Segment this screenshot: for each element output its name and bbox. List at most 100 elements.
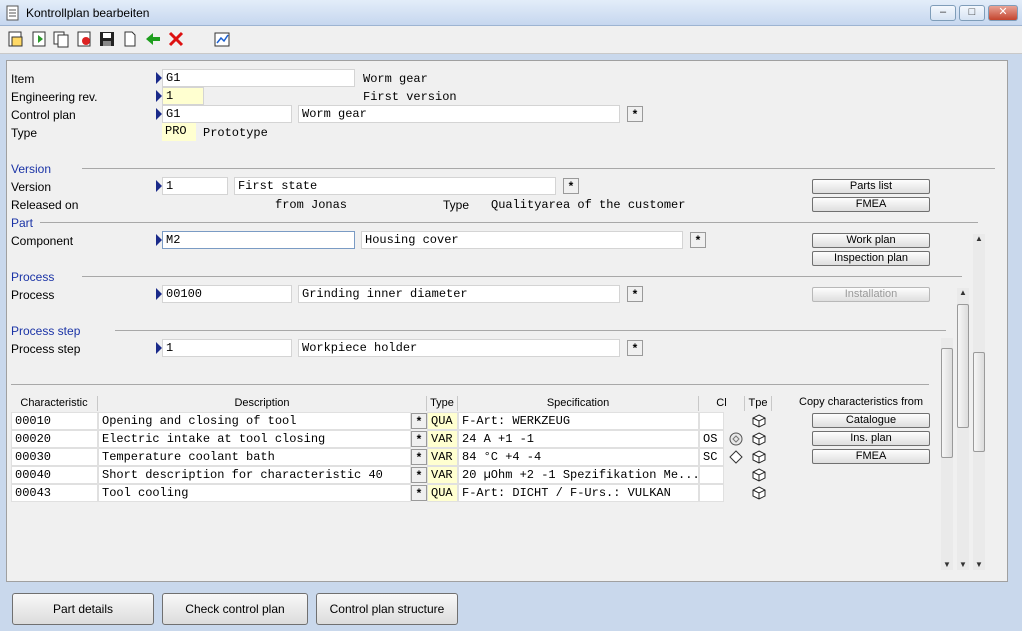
scrollbar-thumb[interactable] — [973, 352, 985, 452]
class-cell[interactable] — [699, 466, 724, 484]
characteristic-cell[interactable]: 00010 — [11, 412, 98, 430]
header-characteristic[interactable]: Characteristic — [11, 396, 98, 411]
copy-characteristics-label: Copy characteristics from — [799, 396, 924, 408]
copy-fmea-button[interactable]: FMEA — [812, 449, 930, 464]
version-input[interactable]: 1 — [162, 177, 228, 195]
scrollbar-thumb[interactable] — [941, 348, 953, 458]
description-cell[interactable]: Opening and closing of tool — [98, 412, 411, 430]
characteristic-cell[interactable]: 00020 — [11, 430, 98, 448]
specification-cell[interactable]: F-Art: WERKZEUG — [458, 412, 699, 430]
specification-cell[interactable]: 84 °C +4 -4 — [458, 448, 699, 466]
cube-icon[interactable] — [752, 468, 766, 485]
copy-icon[interactable] — [51, 29, 71, 49]
class-cell[interactable]: OS — [699, 430, 724, 448]
cancel-icon[interactable] — [166, 29, 186, 49]
maximize-button[interactable]: □ — [959, 5, 985, 21]
version-description-input[interactable]: First state — [234, 177, 556, 195]
process-step-lookup-button[interactable]: * — [627, 340, 643, 356]
version-type-label: Type — [443, 198, 470, 212]
scrollbar-outer[interactable]: ▲ ▼ — [973, 234, 985, 570]
header-specification[interactable]: Specification — [458, 396, 699, 411]
description-lookup-button[interactable]: * — [411, 413, 427, 429]
characteristic-cell[interactable]: 00030 — [11, 448, 98, 466]
process-input[interactable]: 00100 — [162, 285, 292, 303]
description-cell[interactable]: Short description for characteristic 40 — [98, 466, 411, 484]
specification-cell[interactable]: F-Art: DICHT / F-Urs.: VULKAN — [458, 484, 699, 502]
description-cell[interactable]: Electric intake at tool closing — [98, 430, 411, 448]
cube-icon[interactable] — [752, 450, 766, 467]
scroll-down-icon[interactable]: ▼ — [957, 560, 969, 569]
document-icon[interactable] — [6, 29, 26, 49]
control-plan-lookup-button[interactable]: * — [627, 106, 643, 122]
engineering-rev-input[interactable]: 1 — [162, 87, 204, 105]
description-lookup-button[interactable]: * — [411, 467, 427, 483]
new-icon[interactable] — [29, 29, 49, 49]
close-button[interactable]: ✕ — [988, 5, 1018, 21]
control-plan-input[interactable]: G1 — [162, 105, 292, 123]
cube-icon[interactable] — [752, 414, 766, 431]
characteristic-cell[interactable]: 00040 — [11, 466, 98, 484]
scrollbar-inner[interactable]: ▼ — [941, 338, 953, 570]
header-description[interactable]: Description — [98, 396, 427, 411]
scroll-up-icon[interactable]: ▲ — [973, 234, 985, 243]
installation-button[interactable]: Installation — [812, 287, 930, 302]
header-type[interactable]: Type — [427, 396, 458, 411]
process-step-description-input[interactable]: Workpiece holder — [298, 339, 620, 357]
inspection-plan-button[interactable]: Inspection plan — [812, 251, 930, 266]
process-step-input[interactable]: 1 — [162, 339, 292, 357]
description-cell[interactable]: Tool cooling — [98, 484, 411, 502]
title-bar: Kontrollplan bearbeiten – □ ✕ — [0, 0, 1022, 26]
blank-icon[interactable] — [120, 29, 140, 49]
fmea-button[interactable]: FMEA — [812, 197, 930, 212]
scrollbar-thumb[interactable] — [957, 304, 969, 428]
work-plan-button[interactable]: Work plan — [812, 233, 930, 248]
scroll-up-icon[interactable]: ▲ — [957, 288, 969, 297]
description-lookup-button[interactable]: * — [411, 485, 427, 501]
control-plan-description-input[interactable]: Worm gear — [298, 105, 620, 123]
characteristic-cell[interactable]: 00043 — [11, 484, 98, 502]
class-cell[interactable] — [699, 484, 724, 502]
description-lookup-button[interactable]: * — [411, 431, 427, 447]
header-tpe[interactable]: Tpe — [745, 396, 772, 411]
save-icon[interactable] — [97, 29, 117, 49]
delete-icon[interactable] — [74, 29, 94, 49]
part-details-button[interactable]: Part details — [12, 593, 154, 625]
type-cell[interactable]: VAR — [427, 466, 458, 484]
process-label: Process — [11, 288, 55, 302]
cube-icon[interactable] — [752, 432, 766, 449]
type-cell[interactable]: QUA — [427, 484, 458, 502]
window-title: Kontrollplan bearbeiten — [26, 6, 150, 20]
type-cell[interactable]: VAR — [427, 430, 458, 448]
specification-cell[interactable]: 24 A +1 -1 — [458, 430, 699, 448]
item-input[interactable]: G1 — [162, 69, 355, 87]
ins-plan-button[interactable]: Ins. plan — [812, 431, 930, 446]
specification-cell[interactable]: 20 µOhm +2 -1 Spezifikation Me... — [458, 466, 699, 484]
description-cell[interactable]: Temperature coolant bath — [98, 448, 411, 466]
catalogue-button[interactable]: Catalogue — [812, 413, 930, 428]
check-control-plan-button[interactable]: Check control plan — [162, 593, 308, 625]
process-description-input[interactable]: Grinding inner diameter — [298, 285, 620, 303]
minimize-button[interactable]: – — [930, 5, 956, 21]
type-cell[interactable]: QUA — [427, 412, 458, 430]
component-description-input[interactable]: Housing cover — [361, 231, 683, 249]
class-cell[interactable] — [699, 412, 724, 430]
chart-icon[interactable] — [212, 29, 232, 49]
component-lookup-button[interactable]: * — [690, 232, 706, 248]
description-lookup-button[interactable]: * — [411, 449, 427, 465]
parts-list-button[interactable]: Parts list — [812, 179, 930, 194]
section-version: Version — [11, 162, 52, 176]
scroll-down-icon[interactable]: ▼ — [941, 560, 953, 569]
version-lookup-button[interactable]: * — [563, 178, 579, 194]
scrollbar-middle[interactable]: ▲ ▼ — [957, 288, 969, 570]
divider — [115, 330, 946, 331]
back-arrow-icon[interactable] — [143, 29, 163, 49]
process-lookup-button[interactable]: * — [627, 286, 643, 302]
engineering-rev-label: Engineering rev. — [11, 90, 98, 104]
class-cell[interactable]: SC — [699, 448, 724, 466]
scroll-down-icon[interactable]: ▼ — [973, 560, 985, 569]
cube-icon[interactable] — [752, 486, 766, 503]
type-cell[interactable]: VAR — [427, 448, 458, 466]
control-plan-structure-button[interactable]: Control plan structure — [316, 593, 458, 625]
header-cl[interactable]: Cl — [699, 396, 745, 411]
component-input[interactable]: M2 — [162, 231, 355, 249]
